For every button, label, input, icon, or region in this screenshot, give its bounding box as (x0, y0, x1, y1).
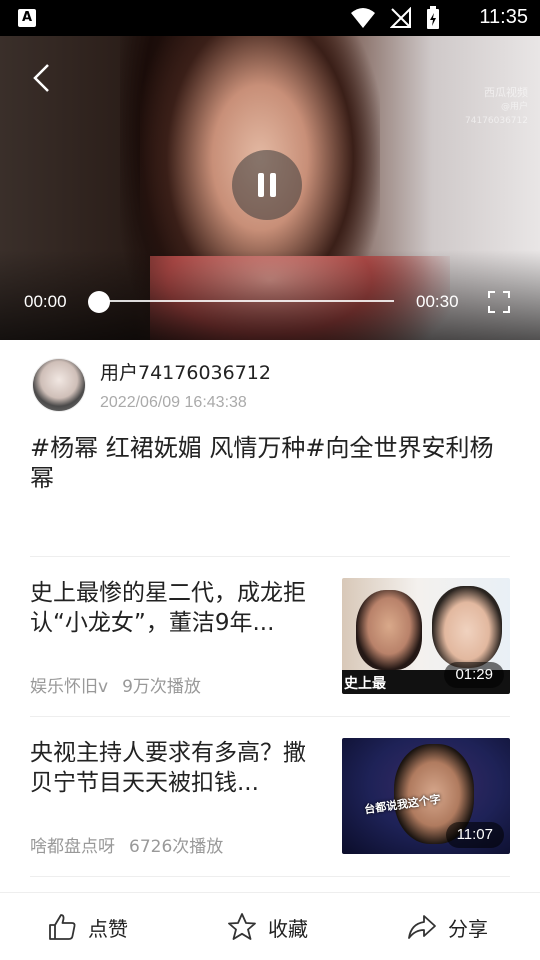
share-button[interactable]: 分享 (406, 911, 488, 943)
pause-button[interactable] (232, 150, 302, 220)
battery-icon (427, 6, 439, 29)
author-username[interactable]: 用户74176036712 (100, 358, 271, 385)
related-video-meta: 啥都盘点呀 6726次播放 (30, 832, 223, 857)
related-video-item[interactable]: 央视主持人要求有多高？撒贝宁节目天天被扣钱... 啥都盘点呀 6726次播放 台都… (30, 738, 510, 858)
favorite-button[interactable]: 收藏 (226, 911, 308, 943)
duration-badge: 11:07 (445, 822, 504, 848)
status-bar: A 11:35 (0, 0, 540, 36)
app-notification-icon: A (18, 9, 36, 27)
divider (30, 556, 510, 557)
current-time: 00:00 (24, 292, 67, 311)
duration-badge: 01:29 (444, 662, 504, 688)
related-video-thumbnail[interactable]: 台都说我这个字 11:07 (342, 738, 510, 854)
related-video-plays: 9万次播放 (122, 677, 201, 697)
related-video-item[interactable]: 史上最惨的星二代，成龙拒认“小龙女”，董洁9年... 娱乐怀旧v 9万次播放 史上… (30, 578, 510, 698)
video-duration: 00:30 (416, 292, 459, 311)
like-label: 点赞 (88, 916, 128, 941)
share-icon (408, 915, 436, 939)
progress-track[interactable] (98, 300, 394, 302)
status-time: 11:35 (479, 6, 528, 28)
related-video-author: 啥都盘点呀 (30, 837, 115, 857)
fullscreen-icon[interactable] (488, 291, 510, 313)
divider (30, 876, 510, 877)
progress-thumb[interactable] (88, 291, 110, 313)
related-video-author: 娱乐怀旧v (30, 677, 109, 697)
back-arrow-icon[interactable] (28, 62, 56, 94)
related-video-plays: 6726次播放 (129, 837, 224, 857)
post-title: #杨幂 红裙妩媚 风情万种#向全世界安利杨幂 (30, 434, 494, 492)
thumbs-up-icon (49, 914, 76, 940)
divider (30, 716, 510, 717)
like-button[interactable]: 点赞 (46, 911, 128, 943)
related-video-meta: 娱乐怀旧v 9万次播放 (30, 672, 201, 697)
post-date: 2022/06/09 16:43:38 (100, 394, 247, 411)
share-label: 分享 (448, 916, 488, 941)
related-video-thumbnail[interactable]: 史上最 01:29 (342, 578, 510, 694)
no-signal-icon (390, 7, 411, 28)
bottom-action-bar: 点赞 收藏 分享 (0, 892, 540, 960)
favorite-label: 收藏 (268, 916, 308, 941)
star-icon (228, 913, 256, 940)
status-icons (350, 6, 440, 29)
wifi-icon (351, 8, 375, 28)
related-video-title: 史上最惨的星二代，成龙拒认“小龙女”，董洁9年... (30, 580, 306, 636)
video-watermark: 西瓜视频 @用户74176036712 (465, 86, 528, 126)
related-video-title: 央视主持人要求有多高？撒贝宁节目天天被扣钱... (30, 740, 306, 796)
author-avatar[interactable] (32, 358, 86, 412)
